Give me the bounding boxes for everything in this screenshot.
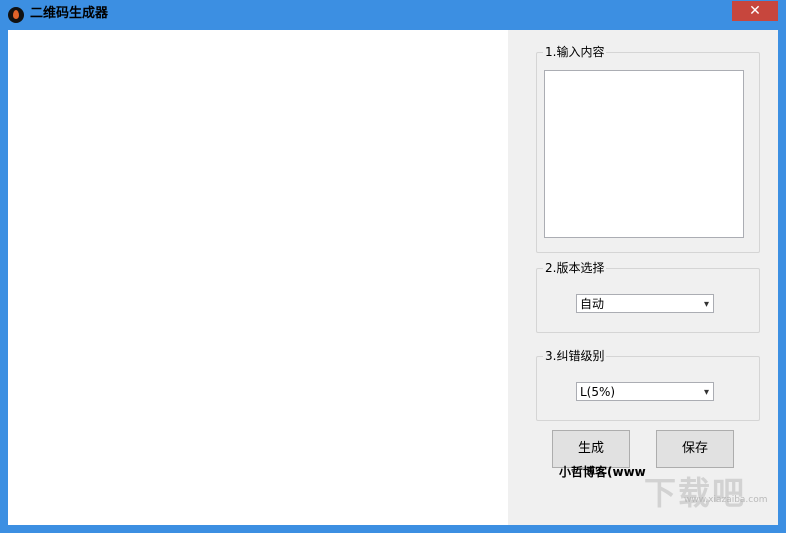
version-group-label: 2.版本选择 <box>543 260 607 276</box>
close-button[interactable]: ✕ <box>732 1 778 21</box>
chevron-down-icon: ▾ <box>703 299 709 310</box>
watermark-url: www.xiazaiba.com <box>684 495 768 505</box>
title-bar[interactable]: 二维码生成器 ✕ <box>0 0 786 30</box>
ecc-select[interactable]: L(5%) ▾ <box>576 382 714 401</box>
ecc-group: 3.纠错级别 L(5%) ▾ <box>536 348 760 421</box>
version-group: 2.版本选择 自动 ▾ <box>536 260 760 333</box>
input-group: 1.输入内容 <box>536 44 760 253</box>
ecc-select-value: L(5%) <box>580 385 616 399</box>
app-window: 二维码生成器 ✕ 1.输入内容 2.版本选择 自动 ▾ 3.纠错级别 L(5%)… <box>0 0 786 533</box>
version-select[interactable]: 自动 ▾ <box>576 294 714 313</box>
window-title: 二维码生成器 <box>30 6 109 21</box>
qr-preview-area <box>8 30 508 525</box>
footer-credit: 小哲博客(www <box>559 465 646 479</box>
input-group-label: 1.输入内容 <box>543 44 607 60</box>
chevron-down-icon: ▾ <box>703 387 709 398</box>
content-input[interactable] <box>544 70 744 238</box>
save-button[interactable]: 保存 <box>656 430 734 468</box>
client-area: 1.输入内容 2.版本选择 自动 ▾ 3.纠错级别 L(5%) ▾ 生成 保存 <box>8 30 778 525</box>
close-icon: ✕ <box>749 3 761 19</box>
watermark-logo: 下载吧 <box>644 474 747 512</box>
app-logo-icon <box>8 7 24 23</box>
ecc-group-label: 3.纠错级别 <box>543 348 607 364</box>
version-select-value: 自动 <box>580 297 605 311</box>
